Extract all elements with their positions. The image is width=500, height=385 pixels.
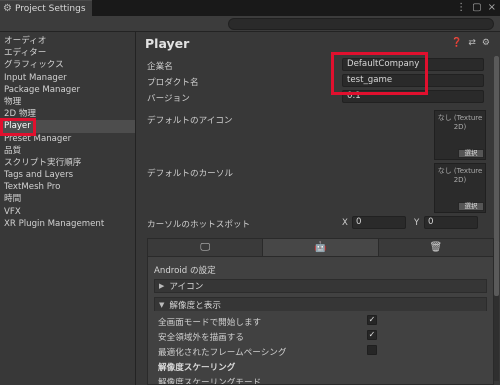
sidebar-item[interactable]: Input Manager [0,72,135,84]
more-icon[interactable]: ⋮ [456,2,466,13]
webgl-icon: 🗑 [429,242,443,253]
company-label: 企業名 [147,62,173,72]
texture-none-text: なし (Texture 2D) [437,114,483,131]
sidebar-item[interactable]: Package Manager [0,84,135,96]
tab-webgl[interactable]: 🗑 [378,239,493,256]
fullscreen-checkbox[interactable]: ✓ [367,315,377,325]
icon-section-label: アイコン [169,282,204,292]
resolution-scaling-heading: 解像度スケーリング [158,363,236,373]
gear-icon: ⚙ [3,3,12,14]
page-title: Player [145,36,190,51]
render-outside-safe-area-checkbox[interactable]: ✓ [367,330,377,340]
select-button[interactable]: 選択 [458,202,484,211]
sidebar-item[interactable]: 物理 [0,96,135,108]
sidebar-item[interactable]: 時間 [0,193,135,205]
settings-gear-icon[interactable]: ⚙ [482,38,490,48]
sidebar-item[interactable]: Tags and Layers [0,169,135,181]
tab-standalone[interactable]: 🖵 [148,239,264,256]
window-buttons: ⋮ ▢ × [456,2,496,13]
texture-none-text: なし (Texture 2D) [437,167,483,184]
option-label: 最適化されたフレームペーシング [158,348,287,358]
search-input[interactable] [228,18,494,30]
select-button[interactable]: 選択 [458,149,484,158]
frame-pacing-checkbox[interactable] [367,345,377,355]
maximize-icon[interactable]: ▢ [472,2,481,13]
hotspot-y-label: Y [414,218,420,228]
hotspot-label: カーソルのホットスポット [147,220,251,230]
android-settings-title: Android の設定 [154,266,216,276]
help-icon[interactable]: ❓ [451,38,462,48]
scaling-mode-label: 解像度スケーリングモード [158,378,262,384]
version-label: バージョン [147,94,190,104]
header-icons: ❓ ⇄ ⚙ [451,38,490,48]
project-settings-tab[interactable]: ⚙ Project Settings [0,0,92,16]
icon-foldout[interactable]: ▶ アイコン [154,279,487,293]
resolution-section-label: 解像度と表示 [169,300,221,311]
resolution-foldout[interactable]: ▼ 解像度と表示 [154,297,487,311]
title-bar: ⚙ Project Settings ⋮ ▢ × [0,0,500,16]
sidebar-item[interactable]: TextMesh Pro [0,181,135,193]
tab-title: Project Settings [14,3,86,14]
sidebar-item[interactable]: VFX [0,206,135,218]
scroll-thumb[interactable] [494,56,499,296]
close-icon[interactable]: × [488,2,496,13]
highlight-box-player [0,118,36,136]
default-icon-label: デフォルトのアイコン [147,116,233,126]
highlight-box-company-product [331,52,428,95]
sidebar-item[interactable]: 品質 [0,145,135,157]
sidebar-item[interactable]: スクリプト実行順序 [0,157,135,169]
hotspot-y-field[interactable]: 0 [424,216,478,229]
option-label: 全画面モードで開始します [158,318,262,328]
hotspot-x-field[interactable]: 0 [352,216,406,229]
tab-android[interactable]: 🤖 [263,239,379,256]
platform-settings: 🖵 🤖 🗑 Android の設定 ▶ アイコン ▼ 解像度と表示 全画面モード… [147,238,494,385]
sidebar-item[interactable]: グラフィックス [0,59,135,71]
settings-sidebar: オーディオ エディター グラフィックス Input Manager Package Ma… [0,32,136,385]
search-bar: ⌕ [0,16,500,32]
product-label: プロダクト名 [147,78,199,88]
sidebar-item[interactable]: オーディオ [0,35,135,47]
option-label: 安全領域外を描画する [158,333,244,343]
android-icon: 🤖 [314,242,327,253]
preset-icon[interactable]: ⇄ [468,38,476,48]
default-cursor-slot[interactable]: なし (Texture 2D) 選択 [434,163,486,213]
foldout-right-icon: ▶ [159,282,165,290]
foldout-down-icon: ▼ [159,300,165,309]
default-icon-slot[interactable]: なし (Texture 2D) 選択 [434,110,486,160]
monitor-icon: 🖵 [200,242,210,253]
scrollbar[interactable] [494,56,499,381]
sidebar-item[interactable]: XR Plugin Management [0,218,135,230]
sidebar-item[interactable]: エディター [0,47,135,59]
platform-tabs: 🖵 🤖 🗑 [148,239,493,257]
hotspot-x-label: X [342,218,348,228]
default-cursor-label: デフォルトのカーソル [147,169,233,179]
player-settings-panel: Player ❓ ⇄ ⚙ 企業名 DefaultCompany プロダクト名 t… [137,32,500,385]
